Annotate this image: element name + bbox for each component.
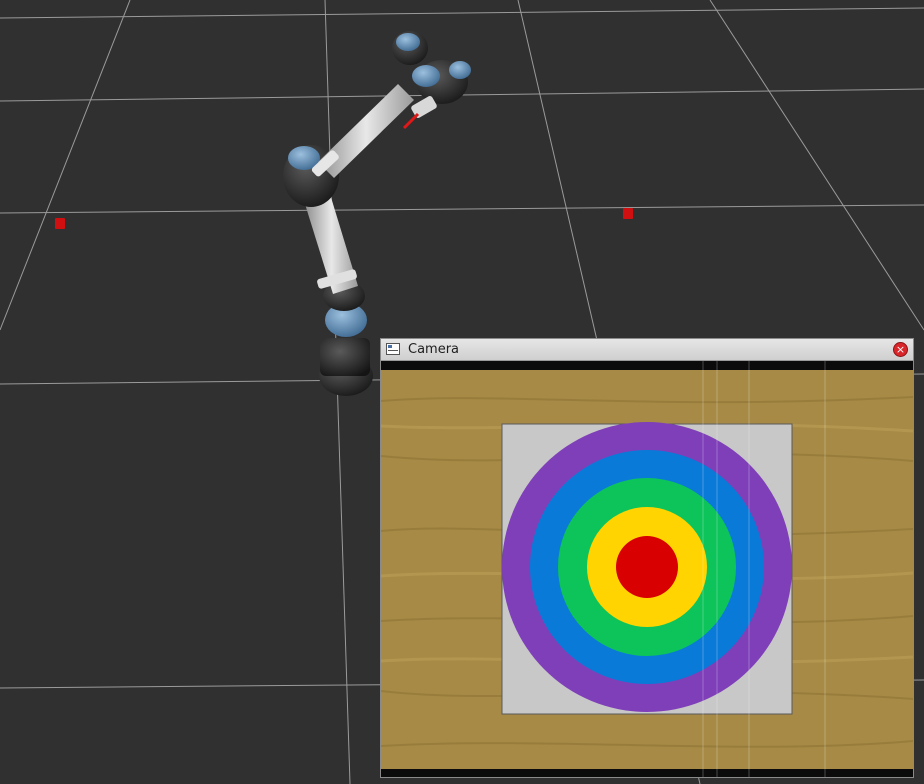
wrist-cap-2 bbox=[412, 65, 440, 87]
camera-window[interactable]: Camera × bbox=[380, 338, 914, 778]
camera-image-view bbox=[381, 361, 913, 777]
black-bar-bottom bbox=[381, 769, 913, 777]
red-marker-left bbox=[55, 218, 65, 229]
wrist-cap-1 bbox=[396, 33, 420, 51]
robot-base bbox=[319, 281, 373, 396]
target-bullseye bbox=[616, 536, 678, 598]
grid-line bbox=[0, 204, 924, 214]
grid-line bbox=[0, 7, 924, 19]
camera-titlebar[interactable]: Camera × bbox=[381, 339, 913, 361]
grid-line bbox=[709, 0, 924, 331]
markers bbox=[55, 208, 633, 229]
tool-axis bbox=[402, 112, 420, 130]
camera-window-title: Camera bbox=[408, 342, 460, 357]
close-icon[interactable]: × bbox=[893, 342, 908, 357]
red-marker-right bbox=[623, 208, 633, 219]
wrist-cap-3 bbox=[449, 61, 471, 79]
window-icon bbox=[386, 343, 400, 355]
base-body bbox=[320, 338, 370, 376]
black-bar-top bbox=[381, 361, 913, 370]
wrist-assembly bbox=[392, 31, 471, 130]
grid-line bbox=[0, 0, 131, 331]
camera-image bbox=[381, 361, 913, 777]
